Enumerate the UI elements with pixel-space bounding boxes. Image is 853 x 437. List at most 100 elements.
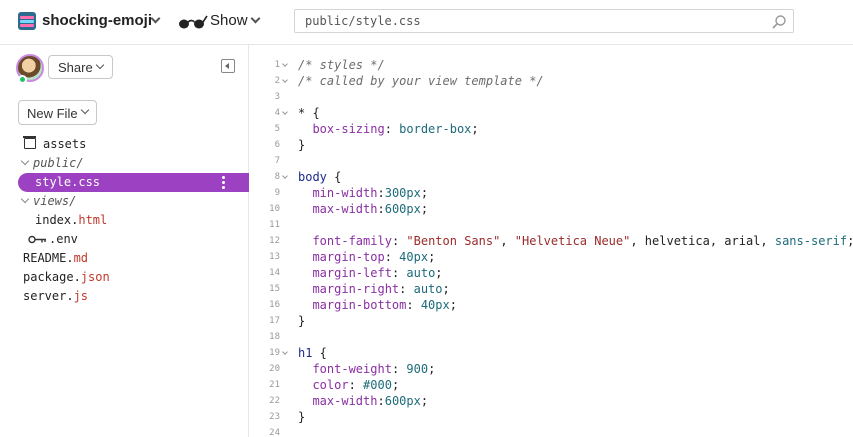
code-line[interactable]: 3 [250,89,853,105]
code-line[interactable]: 14 margin-left: auto; [250,265,853,281]
sunglasses-icon [179,15,208,29]
new-file-button[interactable]: New File [18,100,97,125]
line-number: 13 [269,252,280,262]
code-line[interactable]: 10 max-width:600px; [250,201,853,217]
chevron-down-icon[interactable] [150,13,161,24]
file-search-input[interactable] [305,13,765,29]
code-line[interactable]: 7 [250,153,853,169]
file-label: style.css [35,175,101,189]
share-button[interactable]: Share [48,55,113,79]
code-line[interactable]: 12 font-family: "Benton Sans", "Helvetic… [250,233,853,249]
folder-label: views/ [33,194,77,208]
code-line[interactable]: 20 font-weight: 900; [250,361,853,377]
code-line[interactable]: 1 /* styles */ [250,57,853,73]
code-line[interactable]: 15 margin-right: auto; [250,281,853,297]
file-item-server-js[interactable]: server.js [0,287,249,306]
line-number: 17 [269,316,280,326]
code-text: min-width:300px; [312,186,429,200]
chevron-down-icon [80,105,90,115]
folder-item-views[interactable]: views/ [0,192,249,211]
line-number: 9 [274,188,280,198]
line-number: 2 [274,76,280,86]
code-line[interactable]: 11 [250,217,853,233]
chevron-down-icon [250,13,261,24]
code-text: max-width:600px; [312,394,429,408]
code-text: } [298,314,306,328]
code-text: body { [298,170,342,184]
code-text: h1 { [298,346,327,360]
sidebar: Share New File assets public/ style.css … [0,45,249,437]
code-text: font-family: "Benton Sans", "Helvetica N… [312,234,853,248]
code-line[interactable]: 9 min-width:300px; [250,185,853,201]
new-file-label: New File [27,106,78,121]
code-text: margin-left: auto; [312,266,443,280]
box-icon [23,136,36,149]
file-label: server.js [23,289,89,303]
code-text: } [298,138,306,152]
line-number: 5 [274,124,280,134]
code-line[interactable]: 8 body { [250,169,853,185]
line-number: 24 [269,428,280,437]
line-number: 22 [269,396,280,406]
code-text: font-weight: 900; [312,362,436,376]
search-icon[interactable] [771,14,787,30]
file-search-box[interactable] [294,9,794,33]
code-text: color: #000; [312,378,400,392]
project-name[interactable]: shocking-emoji [42,12,152,29]
code-line[interactable]: 19 h1 { [250,345,853,361]
line-number: 1 [274,60,280,70]
code-line[interactable]: 23} [250,409,853,425]
file-label: index.html [35,213,108,227]
code-editor[interactable]: 1 /* styles */ 2 /* called by your view tem… [250,45,853,437]
file-item-style-css[interactable]: style.css [18,173,249,192]
key-icon [28,235,46,244]
code-line[interactable]: 18 [250,329,853,345]
fold-chevron-icon[interactable] [282,109,288,115]
code-text: box-sizing: border-box; [312,122,479,136]
code-line[interactable]: 13 margin-top: 40px; [250,249,853,265]
code-text: /* styles */ [298,58,385,72]
fold-chevron-icon[interactable] [282,173,288,179]
line-number: 15 [269,284,280,294]
code-text: margin-right: auto; [312,282,450,296]
share-label: Share [58,60,93,75]
line-number: 6 [274,140,280,150]
line-number: 14 [269,268,280,278]
code-line[interactable]: 22 max-width:600px; [250,393,853,409]
line-number: 19 [269,348,280,358]
code-text: /* called by your view template */ [298,74,544,88]
code-line[interactable]: 4 * { [250,105,853,121]
collapse-sidebar-icon[interactable] [221,59,235,73]
project-logo-icon[interactable] [18,12,36,30]
folder-label: public/ [33,156,84,170]
file-label: .env [49,232,78,246]
more-options-icon[interactable] [222,176,225,189]
file-item-env[interactable]: .env [0,230,249,249]
file-item-assets[interactable]: assets [0,135,249,154]
code-line[interactable]: 5 box-sizing: border-box; [250,121,853,137]
code-line[interactable]: 17} [250,313,853,329]
file-item-readme[interactable]: README.md [0,249,249,268]
chevron-down-icon [95,60,105,70]
chevron-down-icon [20,194,30,204]
folder-item-public[interactable]: public/ [0,154,249,173]
file-label: assets [43,137,87,151]
code-line[interactable]: 16 margin-bottom: 40px; [250,297,853,313]
code-line[interactable]: 2 /* called by your view template */ [250,73,853,89]
line-number: 12 [269,236,280,246]
line-number: 7 [274,156,280,166]
file-item-package-json[interactable]: package.json [0,268,249,287]
code-line[interactable]: 24 [250,425,853,437]
file-label: package.json [23,270,110,284]
line-number: 10 [269,204,280,214]
code-text: max-width:600px; [312,202,429,216]
chevron-down-icon [20,156,30,166]
code-line[interactable]: 21 color: #000; [250,377,853,393]
line-number: 21 [269,380,280,390]
fold-chevron-icon[interactable] [282,61,288,67]
fold-chevron-icon[interactable] [282,77,288,83]
line-number: 3 [274,92,280,102]
code-line[interactable]: 6} [250,137,853,153]
file-item-index-html[interactable]: index.html [0,211,249,230]
fold-chevron-icon[interactable] [282,349,288,355]
